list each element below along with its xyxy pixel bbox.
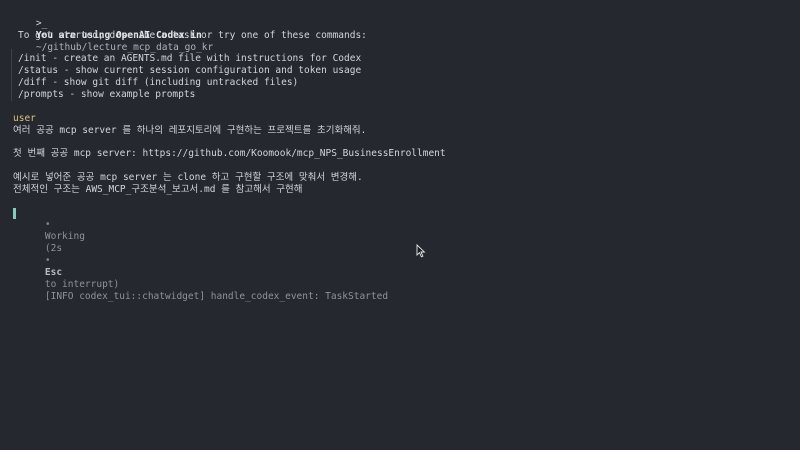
working-directory: ~/github/lecture_mcp_data_go_kr	[35, 42, 214, 53]
user-message-line: 첫 번째 공공 mcp server: https://github.com/K…	[13, 148, 446, 159]
user-message-line: 전체적인 구조는 AWS_MCP_구조분석_보고서.md 를 참고해서 구현해	[13, 184, 303, 195]
working-status: • Working (2s • Esc to interrupt) [INFO …	[22, 207, 388, 315]
status-state: Working	[44, 231, 85, 242]
mouse-pointer-icon	[416, 244, 426, 258]
esc-key-hint[interactable]: Esc	[45, 267, 62, 278]
command-diff: /diff - show git diff (including untrack…	[18, 77, 299, 88]
user-label: user	[13, 113, 36, 124]
status-separator: •	[44, 255, 51, 266]
command-prompts: /prompts - show example prompts	[18, 89, 196, 100]
getting-started-hint: To get started, describe a task or try o…	[18, 30, 367, 41]
status-bullet: •	[44, 219, 51, 230]
working-indicator-bar	[13, 208, 16, 219]
status-log: [INFO codex_tui::chatwidget] handle_code…	[44, 291, 389, 302]
user-message-line: 여러 공공 mcp server 를 하나의 레포지토리에 구현하는 프로젝트를…	[13, 125, 367, 136]
prompt-symbol: >_	[35, 18, 48, 29]
user-message-line: 예시로 넣어준 공공 mcp server 는 clone 하고 구현할 구조에…	[13, 172, 363, 183]
commands-divider	[11, 49, 12, 101]
terminal-window[interactable]: >_ You are using OpenAI Codex in ~/githu…	[0, 0, 800, 450]
command-status: /status - show current session configura…	[18, 65, 362, 76]
command-init: /init - create an AGENTS.md file with in…	[18, 53, 362, 64]
interrupt-hint: to interrupt)	[44, 279, 120, 290]
status-elapsed: (2s	[44, 243, 63, 254]
